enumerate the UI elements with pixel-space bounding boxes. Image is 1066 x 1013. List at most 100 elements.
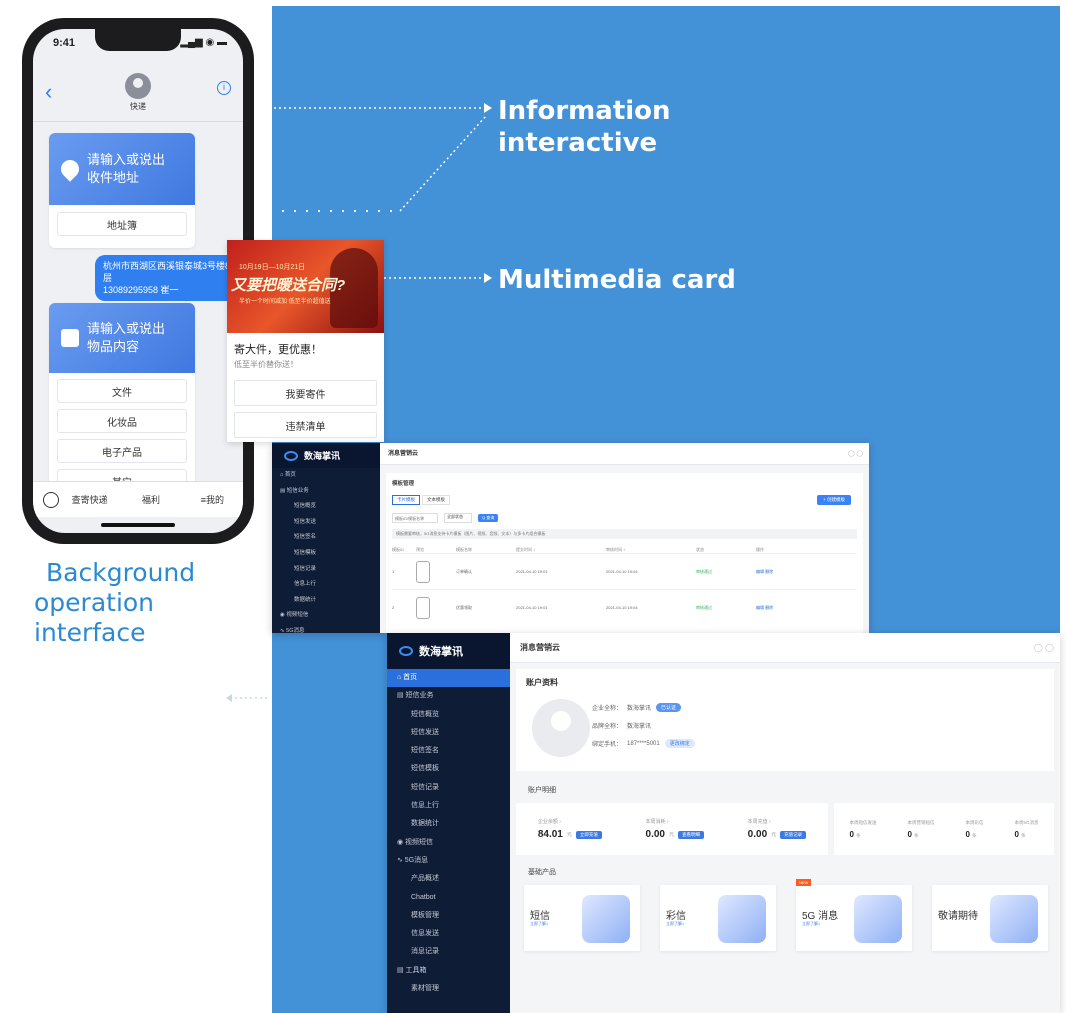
keyboard-icon[interactable]	[43, 491, 59, 508]
stat-value: 0.00	[747, 829, 768, 840]
sidebar-item[interactable]: 消息记录	[387, 943, 510, 961]
banner-date: 10月19日—10月21日	[239, 264, 306, 271]
column-header[interactable]: 审核时间 ↕	[606, 547, 696, 553]
sidebar-item[interactable]: 信息上行	[387, 797, 510, 815]
product-link[interactable]: 立即了解>	[530, 921, 548, 927]
mini-stat-value-row: 0 条	[907, 830, 934, 839]
connector-diagonal	[399, 115, 487, 212]
sidebar-item[interactable]: ⌂ 首页	[272, 468, 380, 484]
recharge-button[interactable]: 立即充值	[575, 830, 602, 839]
cell-submitted: 2021-04-10 19:01	[516, 569, 548, 574]
info-icon[interactable]: i	[217, 81, 231, 95]
user-icons[interactable]: ◯ ◯	[1034, 633, 1054, 663]
sidebar-item[interactable]: 短信签名	[272, 530, 380, 546]
logo-mark-icon	[399, 646, 413, 656]
sidebar-item[interactable]: ∿ 5G消息	[387, 852, 510, 870]
sidebar-item[interactable]: ⌂ 首页	[387, 669, 510, 688]
footer-menu-item[interactable]: ≡我的	[182, 493, 243, 506]
sidebar-item[interactable]: ◉ 视频短信	[272, 608, 380, 624]
create-template-button[interactable]: + 创建模板	[817, 495, 851, 505]
table-header: 模板ID 预览 模板名称 提交时间 ↕ 审核时间 ↕ 状态 操作	[392, 547, 857, 553]
row-actions[interactable]: 编辑 删除	[756, 569, 806, 575]
sidebar-item[interactable]: 短信模板	[272, 546, 380, 562]
product-name: 敬请期待	[938, 911, 978, 922]
dashboard-main: 账户资料 企业全称： 数海掌讯 已认证 品牌全称： 数海掌讯 绑定手机： 187…	[516, 669, 1054, 1013]
sidebar-item[interactable]: 数据统计	[387, 815, 510, 833]
sidebar-item[interactable]: ∿ 5G消息	[272, 624, 380, 633]
user-icons[interactable]: ◯ ◯	[848, 443, 863, 465]
item-option-button[interactable]: 电子产品	[57, 439, 187, 463]
cell-submitted: 2021-04-10 19:01	[516, 605, 548, 610]
home-indicator	[101, 523, 175, 527]
banner-sub: 半价一个时间减加 低至半价超值送	[239, 299, 331, 305]
sidebar-item[interactable]: 短信记录	[272, 562, 380, 578]
sidebar-item[interactable]: 信息上行	[272, 577, 380, 593]
stat-label[interactable]: 企业余额 ›	[538, 818, 602, 825]
multimedia-card: 10月19日—10月21日 又要把暖送合同? 半价一个时间减加 低至半价超值送 …	[227, 240, 384, 442]
stat-label[interactable]: 本周充值 ›	[748, 818, 806, 825]
template-content: 模板管理 卡片模板 文本模板 + 创建模板 全部状态 Q 查询 模板需要审核，5…	[386, 473, 863, 633]
sidebar-item[interactable]: 数据统计	[272, 593, 380, 609]
stat-unit: 元	[669, 832, 675, 838]
address-book-button[interactable]: 地址簿	[57, 212, 187, 236]
sidebar-item[interactable]: ▤ 工具箱	[387, 962, 510, 980]
product-link[interactable]: 立即了解>	[666, 921, 684, 927]
sidebar-item[interactable]: 短信发送	[272, 515, 380, 531]
bg-label-line3: interface	[34, 618, 146, 647]
package-icon	[61, 329, 79, 347]
product-link[interactable]: 立即了解>	[802, 921, 820, 927]
sidebar-item[interactable]: 短信记录	[387, 779, 510, 797]
cell-status: 审核通过	[696, 568, 712, 574]
status-select[interactable]: 全部状态	[444, 513, 472, 523]
mini-stat-unit: 条	[856, 832, 861, 838]
mini-stat-label: 本周彩信	[965, 819, 984, 825]
tab-text-template[interactable]: 文本模板	[422, 495, 450, 505]
stat-label[interactable]: 本周消耗 ›	[646, 818, 704, 825]
query-button[interactable]: Q 查询	[478, 514, 499, 522]
search-input[interactable]	[392, 513, 438, 523]
sidebar-item[interactable]: ◉ 视频短信	[387, 834, 510, 852]
column-header[interactable]: 提交时间 ↕	[516, 547, 606, 553]
sidebar-item[interactable]: 产品概述	[387, 870, 510, 888]
footer-menu-item[interactable]: 查寄快递	[59, 493, 120, 506]
sidebar-item[interactable]: 短信概览	[272, 499, 380, 515]
sidebar-item[interactable]: Chatbot	[387, 889, 510, 907]
chat-footer-menu: 查寄快递 福利 ≡我的	[33, 481, 243, 517]
send-package-button[interactable]: 我要寄件	[234, 380, 377, 406]
sidebar-item[interactable]: 短信概览	[387, 706, 510, 724]
item-prompt: 请输入或说出 物品内容	[87, 320, 165, 356]
footer-menu-item[interactable]: 福利	[120, 493, 181, 506]
change-binding-button[interactable]: 更改绑定	[664, 739, 695, 748]
stat-balance: 企业余额 › 84.01 元立即充值	[538, 818, 602, 840]
chevron-left-icon[interactable]: ‹	[45, 79, 52, 105]
sidebar-item[interactable]: 信息发送	[387, 925, 510, 943]
prohibited-list-button[interactable]: 违禁清单	[234, 412, 377, 438]
recharge-history-button[interactable]: 充值记录	[780, 830, 807, 839]
sidebar-item[interactable]: 短信模板	[387, 760, 510, 778]
product-card-mms[interactable]: 彩信 立即了解>	[660, 885, 776, 951]
sidebar-item[interactable]: ▤ 短信业务	[272, 484, 380, 500]
sidebar-item[interactable]: 短信签名	[387, 742, 510, 760]
sidebar-item[interactable]: 模板管理	[387, 907, 510, 925]
address-card: 请输入或说出 收件地址 地址簿	[49, 133, 195, 248]
account-panel: 账户资料 企业全称： 数海掌讯 已认证 品牌全称： 数海掌讯 绑定手机： 187…	[516, 669, 1054, 771]
product-card-5g[interactable]: NEW 5G 消息 立即了解>	[796, 879, 912, 951]
mini-stat-value: 0	[849, 829, 854, 839]
sidebar-item[interactable]: 素材管理	[387, 980, 510, 998]
row-actions[interactable]: 编辑 删除	[756, 605, 806, 611]
mini-stat-value-row: 0 条	[849, 830, 876, 839]
sidebar-item[interactable]: ▤ 短信业务	[387, 687, 510, 705]
template-preview-thumbnail[interactable]	[416, 596, 430, 619]
product-card-sms[interactable]: 短信 立即了解>	[524, 885, 640, 951]
cell-id: 2	[392, 605, 395, 610]
view-details-button[interactable]: 查看明细	[678, 830, 705, 839]
cell-id: 1	[392, 569, 395, 574]
item-option-button[interactable]: 文件	[57, 379, 187, 403]
admin-sidebar: 数海掌讯 ⌂ 首页 ▤ 短信业务 短信概览 短信发送 短信签名 短信模板 短信记录 信息上行数…	[387, 633, 510, 1013]
phone-label: 绑定手机：	[592, 742, 623, 748]
template-preview-thumbnail[interactable]	[416, 560, 430, 583]
sidebar-item[interactable]: 短信发送	[387, 724, 510, 742]
item-option-button[interactable]: 化妆品	[57, 409, 187, 433]
cell-name: 优惠领取	[456, 604, 472, 610]
tab-card-template[interactable]: 卡片模板	[392, 495, 420, 505]
